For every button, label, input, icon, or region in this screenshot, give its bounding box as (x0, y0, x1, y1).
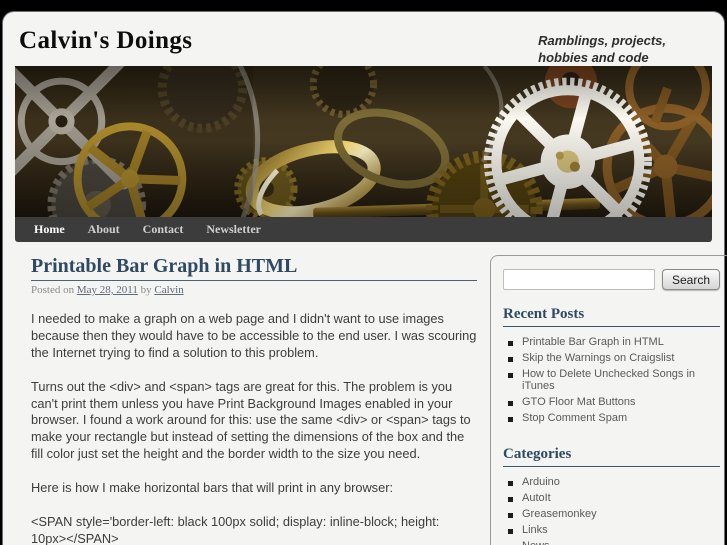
categories-heading: Categories (503, 446, 721, 467)
post-title[interactable]: Printable Bar Graph in HTML (31, 255, 477, 281)
post-meta: Posted on May 28, 2011 by Calvin (31, 284, 477, 296)
post-meta-prefix: Posted on (31, 284, 75, 296)
category-link[interactable]: Greasemonkey (503, 506, 720, 522)
post-content: Printable Bar Graph in HTML Posted on Ma… (31, 255, 477, 545)
category-link[interactable]: Arduino (503, 474, 720, 490)
recent-posts-heading: Recent Posts (503, 306, 721, 327)
nav-item[interactable]: Contact (143, 222, 184, 237)
post-body: I needed to make a graph on a web page a… (31, 311, 477, 545)
recent-post-link[interactable]: Printable Bar Graph in HTML (503, 334, 720, 350)
post-paragraph: I needed to make a graph on a web page a… (31, 311, 477, 360)
recent-posts-list: Printable Bar Graph in HTML Skip the War… (503, 334, 720, 426)
post-paragraph: Turns out the <div> and <span> tags are … (31, 378, 471, 462)
categories-list: Arduino AutoIt Greasemonkey Links News P… (503, 474, 720, 545)
category-link[interactable]: AutoIt (503, 490, 720, 506)
recent-post-link[interactable]: How to Delete Unchecked Songs in iTunes (503, 366, 720, 394)
nav-item[interactable]: Home (34, 222, 65, 237)
header-image (15, 66, 712, 217)
sidebar: Search Recent Posts Printable Bar Graph … (490, 255, 727, 545)
nav-item[interactable]: Newsletter (206, 222, 261, 237)
main-area: Printable Bar Graph in HTML Posted on Ma… (15, 242, 727, 545)
search-button[interactable]: Search (662, 269, 721, 290)
post-date-link[interactable]: May 28, 2011 (77, 284, 138, 296)
category-link[interactable]: Links (503, 522, 720, 538)
site-header: Calvin's Doings Ramblings, projects, hob… (15, 12, 712, 66)
header-image-gears (15, 66, 712, 217)
post-paragraph: Here is how I make horizontal bars that … (31, 480, 394, 496)
page-container: Calvin's Doings Ramblings, projects, hob… (2, 11, 727, 545)
post-author-link[interactable]: Calvin (154, 284, 183, 296)
post-paragraph: <SPAN style='border-left: black 100px so… (31, 514, 440, 545)
category-link[interactable]: News (503, 538, 720, 545)
blog-post: Printable Bar Graph in HTML Posted on Ma… (31, 255, 477, 545)
search-form: Search (503, 269, 721, 290)
main-nav: Home About Contact Newsletter (15, 217, 712, 242)
site-tagline-line1: Ramblings, projects, (538, 33, 666, 48)
site-tagline-line2: hobbies and code (538, 49, 649, 65)
nav-item[interactable]: About (88, 222, 120, 237)
recent-post-link[interactable]: GTO Floor Mat Buttons (503, 394, 720, 410)
post-meta-connector: by (140, 284, 152, 296)
recent-post-link[interactable]: Stop Comment Spam (503, 410, 720, 426)
recent-post-link[interactable]: Skip the Warnings on Craigslist (503, 350, 720, 366)
site-tagline: Ramblings, projects, hobbies and code (538, 33, 666, 67)
search-input[interactable] (503, 269, 655, 290)
